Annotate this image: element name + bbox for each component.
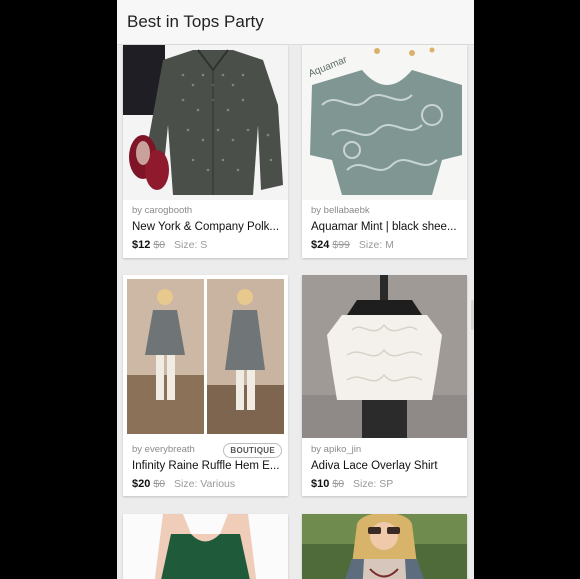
listing-size: Size: SP <box>353 478 394 490</box>
listing-card[interactable]: Aquamar by bellabaebk Aquamar Mint | bla… <box>302 45 467 258</box>
boutique-badge: BOUTIQUE <box>223 443 282 458</box>
listing-title[interactable]: New York & Company Polk... <box>132 221 282 233</box>
listing-price: $10 <box>311 478 330 490</box>
listing-title[interactable]: Infinity Raine Ruffle Hem E... <box>132 460 282 472</box>
listing-meta: $24 $99 Size: M <box>311 239 394 251</box>
seller-name[interactable]: by bellabaebk <box>311 205 370 216</box>
listing-card[interactable]: by carogbooth New York & Company Polk...… <box>123 45 288 258</box>
listing-title[interactable]: Aquamar Mint | black shee... <box>311 221 461 233</box>
seller-name[interactable]: by apiko_jin <box>311 444 361 455</box>
listing-meta: $20 $0 Size: Various <box>132 478 235 490</box>
page-title: Best in Tops Party <box>127 12 264 31</box>
scrollbar[interactable] <box>471 300 474 330</box>
app-header: Best in Tops Party <box>117 0 474 45</box>
listing-price: $24 <box>311 239 330 251</box>
listing-size: Size: M <box>358 239 394 251</box>
listing-size: Size: Various <box>174 478 236 490</box>
seller-name[interactable]: by everybreath <box>132 444 195 455</box>
listing-title[interactable]: Adiva Lace Overlay Shirt <box>311 460 461 472</box>
seller-name[interactable]: by carogbooth <box>132 205 192 216</box>
listing-meta: $12 $0 Size: S <box>132 239 207 251</box>
original-price: $0 <box>332 478 345 490</box>
listing-image[interactable] <box>302 275 467 438</box>
listing-image[interactable] <box>302 514 467 579</box>
original-price: $0 <box>153 478 166 490</box>
listing-card[interactable] <box>302 514 467 579</box>
listing-meta: $10 $0 Size: SP <box>311 478 393 490</box>
original-price: $0 <box>153 239 166 251</box>
listing-image[interactable] <box>123 45 288 200</box>
listing-size: Size: S <box>174 239 208 251</box>
listing-card[interactable]: by apiko_jin Adiva Lace Overlay Shirt $1… <box>302 275 467 496</box>
listing-image[interactable]: Aquamar <box>302 45 467 200</box>
listing-image[interactable] <box>123 275 288 438</box>
listing-price: $12 <box>132 239 151 251</box>
listing-card[interactable] <box>123 514 288 579</box>
original-price: $99 <box>332 239 350 251</box>
listing-image[interactable] <box>123 514 288 579</box>
listing-card[interactable]: by everybreath BOUTIQUE Infinity Raine R… <box>123 275 288 496</box>
app-screen: Best in Tops Party by carogbooth New Yor… <box>117 0 474 579</box>
listing-price: $20 <box>132 478 151 490</box>
